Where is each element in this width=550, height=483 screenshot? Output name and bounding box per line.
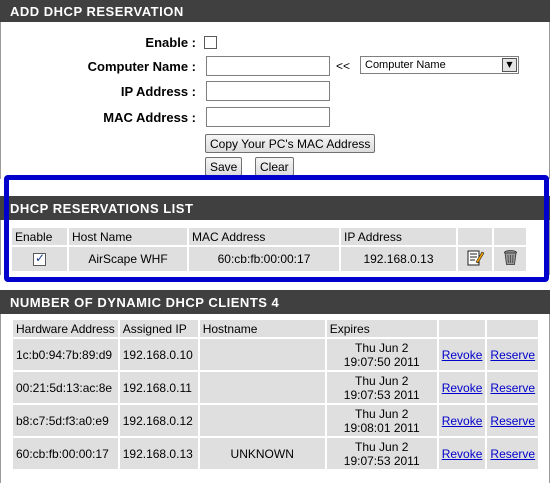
col-assigned-ip: Assigned IP — [119, 320, 198, 337]
enable-label: Enable : — [145, 35, 196, 50]
client-expires-date: Thu Jun 2 — [355, 439, 409, 454]
computer-name-select-value: Computer Name — [365, 59, 446, 71]
dynamic-clients-header: NUMBER OF DYNAMIC DHCP CLIENTS 4 — [0, 290, 550, 314]
col-ip-address: IP Address — [341, 228, 456, 245]
computer-name-input[interactable] — [206, 56, 330, 76]
client-assigned-ip: 192.168.0.10 — [119, 339, 198, 370]
mac-address-row: MAC Address : — [1, 107, 550, 129]
client-hostname: UNKNOWN — [199, 438, 325, 469]
edit-icon[interactable] — [467, 249, 484, 266]
client-hostname — [199, 405, 325, 436]
reserve-link[interactable]: Reserve — [490, 348, 535, 362]
computer-name-select[interactable]: Computer Name ▼ — [360, 56, 519, 74]
col-mac-address: MAC Address — [189, 228, 339, 245]
enable-checkbox[interactable] — [204, 36, 217, 49]
col-host-name: Host Name — [69, 228, 187, 245]
client-expires: Thu Jun 2 19:07:53 2011 — [326, 438, 437, 469]
client-expires-date: Thu Jun 2 — [355, 373, 409, 388]
client-expires-time: 19:07:53 2011 — [343, 387, 420, 402]
client-row: b8:c7:5d:f3:a0:e9 192.168.0.12 Thu Jun 2… — [13, 405, 539, 436]
client-hw-address: 00:21:5d:13:ac:8e — [13, 372, 118, 403]
client-expires-time: 19:07:53 2011 — [343, 453, 420, 468]
add-reservation-header: ADD DHCP RESERVATION — [0, 0, 550, 22]
client-expires: Thu Jun 2 19:07:53 2011 — [326, 372, 437, 403]
client-assigned-ip: 192.168.0.13 — [119, 438, 198, 469]
dynamic-clients-table: Hardware Address Assigned IP Hostname Ex… — [11, 318, 540, 471]
client-expires-time: 19:07:50 2011 — [343, 354, 420, 369]
client-expires: Thu Jun 2 19:08:01 2011 — [326, 405, 437, 436]
copy-arrows: << — [336, 59, 351, 73]
client-hostname — [199, 372, 325, 403]
reserve-link[interactable]: Reserve — [490, 381, 535, 395]
revoke-link[interactable]: Revoke — [442, 381, 483, 395]
reservation-delete-cell — [494, 247, 526, 271]
revoke-link[interactable]: Revoke — [442, 447, 483, 461]
client-row: 60:cb:fb:00:00:17 192.168.0.13 UNKNOWN T… — [13, 438, 539, 469]
ip-address-label: IP Address : — [120, 84, 196, 99]
revoke-link[interactable]: Revoke — [442, 414, 483, 428]
col-delete — [494, 228, 526, 245]
col-hostname: Hostname — [199, 320, 325, 337]
ip-address-input[interactable] — [206, 81, 330, 101]
reservations-list-panel: Enable Host Name MAC Address IP Address … — [0, 220, 550, 275]
add-reservation-title: ADD DHCP RESERVATION — [10, 4, 184, 19]
reservation-enable-checkbox[interactable] — [33, 251, 46, 267]
mac-address-input[interactable] — [206, 107, 330, 127]
col-expires: Expires — [326, 320, 437, 337]
ip-address-row: IP Address : — [1, 81, 550, 103]
client-assigned-ip: 192.168.0.12 — [119, 405, 198, 436]
reservations-table: Enable Host Name MAC Address IP Address … — [10, 226, 528, 273]
reserve-link[interactable]: Reserve — [490, 447, 535, 461]
client-hw-address: 1c:b0:94:7b:89:d9 — [13, 339, 118, 370]
reserve-link[interactable]: Reserve — [490, 414, 535, 428]
col-enable: Enable — [12, 228, 67, 245]
reservation-host-name: AirScape WHF — [69, 247, 187, 271]
dynamic-clients-panel: Hardware Address Assigned IP Hostname Ex… — [0, 314, 550, 483]
client-row: 00:21:5d:13:ac:8e 192.168.0.11 Thu Jun 2… — [13, 372, 539, 403]
client-expires: Thu Jun 2 19:07:50 2011 — [326, 339, 437, 370]
client-expires-date: Thu Jun 2 — [355, 340, 409, 355]
computer-name-label: Computer Name : — [87, 59, 196, 74]
reservations-header-row: Enable Host Name MAC Address IP Address — [12, 228, 526, 245]
save-button[interactable]: Save — [205, 157, 243, 176]
dynamic-clients-title: NUMBER OF DYNAMIC DHCP CLIENTS 4 — [10, 295, 280, 310]
client-row: 1c:b0:94:7b:89:d9 192.168.0.10 Thu Jun 2… — [13, 339, 539, 370]
col-edit — [458, 228, 492, 245]
reservation-row: AirScape WHF 60:cb:fb:00:00:17 192.168.0… — [12, 247, 526, 271]
client-hw-address: 60:cb:fb:00:00:17 — [13, 438, 118, 469]
col-reserve — [487, 320, 539, 337]
dynamic-clients-header-row: Hardware Address Assigned IP Hostname Ex… — [13, 320, 539, 337]
client-expires-time: 19:08:01 2011 — [343, 420, 420, 435]
clear-button[interactable]: Clear — [255, 157, 294, 176]
client-expires-date: Thu Jun 2 — [355, 406, 409, 421]
revoke-link[interactable]: Revoke — [442, 348, 483, 362]
reservation-ip: 192.168.0.13 — [341, 247, 456, 271]
reservation-edit-cell — [458, 247, 492, 271]
col-hardware-address: Hardware Address — [13, 320, 118, 337]
copy-mac-button[interactable]: Copy Your PC's MAC Address — [205, 134, 376, 153]
mac-address-label: MAC Address : — [103, 110, 196, 125]
reservation-mac: 60:cb:fb:00:00:17 — [189, 247, 339, 271]
client-assigned-ip: 192.168.0.11 — [119, 372, 198, 403]
add-reservation-panel: Enable : Computer Name : << Computer Nam… — [0, 22, 550, 179]
reservations-list-title: DHCP RESERVATIONS LIST — [10, 201, 194, 216]
computer-name-row: Computer Name : << Computer Name ▼ — [1, 56, 550, 78]
client-hw-address: b8:c7:5d:f3:a0:e9 — [13, 405, 118, 436]
enable-row: Enable : — [1, 32, 550, 54]
trash-icon[interactable] — [502, 249, 519, 266]
col-revoke — [438, 320, 486, 337]
reservation-enable-cell — [12, 247, 67, 271]
reservations-list-header: DHCP RESERVATIONS LIST — [0, 196, 550, 220]
client-hostname — [199, 339, 325, 370]
chevron-down-icon[interactable]: ▼ — [502, 58, 517, 72]
